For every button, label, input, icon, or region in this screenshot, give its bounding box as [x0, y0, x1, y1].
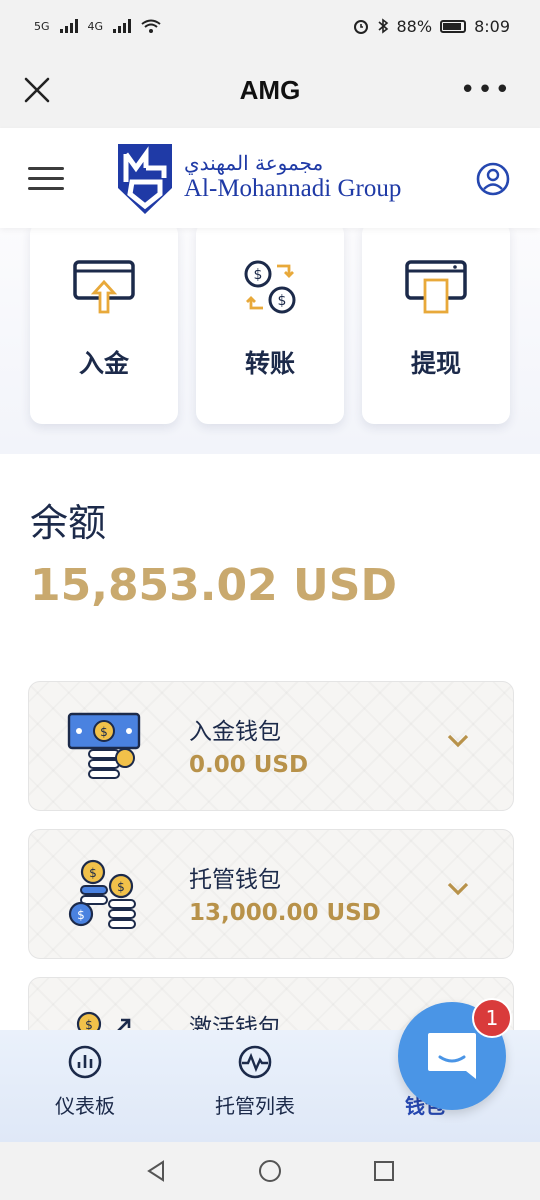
- svg-text:$: $: [117, 880, 125, 894]
- bluetooth-icon: [377, 18, 388, 34]
- wallet-value: 13,000.00 USD: [189, 900, 381, 926]
- tab-label: 托管列表: [215, 1094, 295, 1118]
- close-icon[interactable]: [22, 75, 52, 105]
- svg-text:$: $: [100, 725, 108, 739]
- more-options-icon[interactable]: •••: [460, 75, 512, 105]
- tab-dashboard[interactable]: 仪表板: [0, 1030, 170, 1142]
- tab-custody-list[interactable]: 托管列表: [170, 1030, 340, 1142]
- wifi-icon: [141, 19, 161, 33]
- status-left: 5G 4G: [34, 19, 161, 33]
- coin-stacks-icon: $ $ $: [68, 859, 136, 929]
- wallet-name: 托管钱包: [189, 867, 281, 893]
- amg-logo[interactable]: مجموعة المهندي Al-Mohannadi Group: [116, 138, 401, 216]
- battery-percent: 88%: [396, 16, 433, 36]
- menu-icon[interactable]: [28, 160, 64, 197]
- back-icon[interactable]: [145, 1160, 167, 1182]
- deposit-label: 入金: [78, 349, 129, 378]
- deposit-button[interactable]: 入金: [30, 222, 178, 424]
- home-icon[interactable]: [258, 1159, 282, 1183]
- user-profile-icon[interactable]: [476, 162, 510, 196]
- transfer-label: 转账: [244, 349, 295, 378]
- deposit-card-icon: [73, 260, 135, 314]
- svg-text:$: $: [254, 267, 263, 283]
- chat-bubble-icon: [428, 1033, 476, 1079]
- svg-text:$: $: [278, 293, 287, 309]
- system-navigation-bar: [0, 1142, 540, 1200]
- battery-icon: [440, 19, 467, 33]
- wallet-name: 入金钱包: [189, 719, 281, 745]
- withdraw-label: 提现: [410, 349, 461, 378]
- balance-value: 15,853.02 USD: [30, 560, 397, 611]
- network-5g-indicator: 5G: [34, 19, 50, 33]
- chevron-down-icon[interactable]: [447, 882, 469, 896]
- alarm-icon: [353, 20, 368, 34]
- balance-label: 余额: [30, 501, 107, 545]
- withdraw-card-icon: [405, 260, 467, 314]
- transfer-coins-icon: $ $: [244, 260, 296, 314]
- signal-icon: [59, 19, 78, 33]
- cash-stack-icon: $: [67, 712, 141, 779]
- chevron-down-icon[interactable]: [447, 734, 469, 748]
- wallet-value: 0.00 USD: [189, 752, 309, 778]
- chat-notification-badge: 1: [472, 998, 512, 1038]
- svg-text:$: $: [89, 866, 97, 880]
- amg-shield-logo-icon: [118, 144, 172, 214]
- signal-icon: [113, 19, 132, 33]
- deposit-wallet-card[interactable]: $ 入金钱包 0.00 USD: [28, 681, 514, 811]
- transfer-button[interactable]: $ $ 转账: [196, 222, 344, 424]
- status-bar: 5G 4G 88% 8:09: [0, 0, 540, 52]
- recents-icon[interactable]: [373, 1160, 395, 1182]
- webview-titlebar: AMG •••: [0, 52, 540, 128]
- status-right: 88% 8:09: [353, 16, 510, 36]
- svg-text:$: $: [77, 908, 85, 922]
- quick-actions: 入金 $ $ 转账 提现: [0, 222, 540, 454]
- pulse-icon: [238, 1045, 272, 1079]
- dashboard-icon: [68, 1045, 102, 1079]
- site-header: مجموعة المهندي Al-Mohannadi Group: [0, 128, 540, 228]
- withdraw-button[interactable]: 提现: [362, 222, 510, 424]
- logo-english-text: Al-Mohannadi Group: [184, 175, 402, 202]
- custody-wallet-card[interactable]: $ $ $ 托管钱包 13,000.00 USD: [28, 829, 514, 959]
- network-4g-indicator: 4G: [87, 19, 104, 33]
- clock: 8:09: [474, 16, 510, 36]
- logo-arabic-text: مجموعة المهندي: [184, 151, 324, 175]
- tab-label: 仪表板: [55, 1094, 115, 1118]
